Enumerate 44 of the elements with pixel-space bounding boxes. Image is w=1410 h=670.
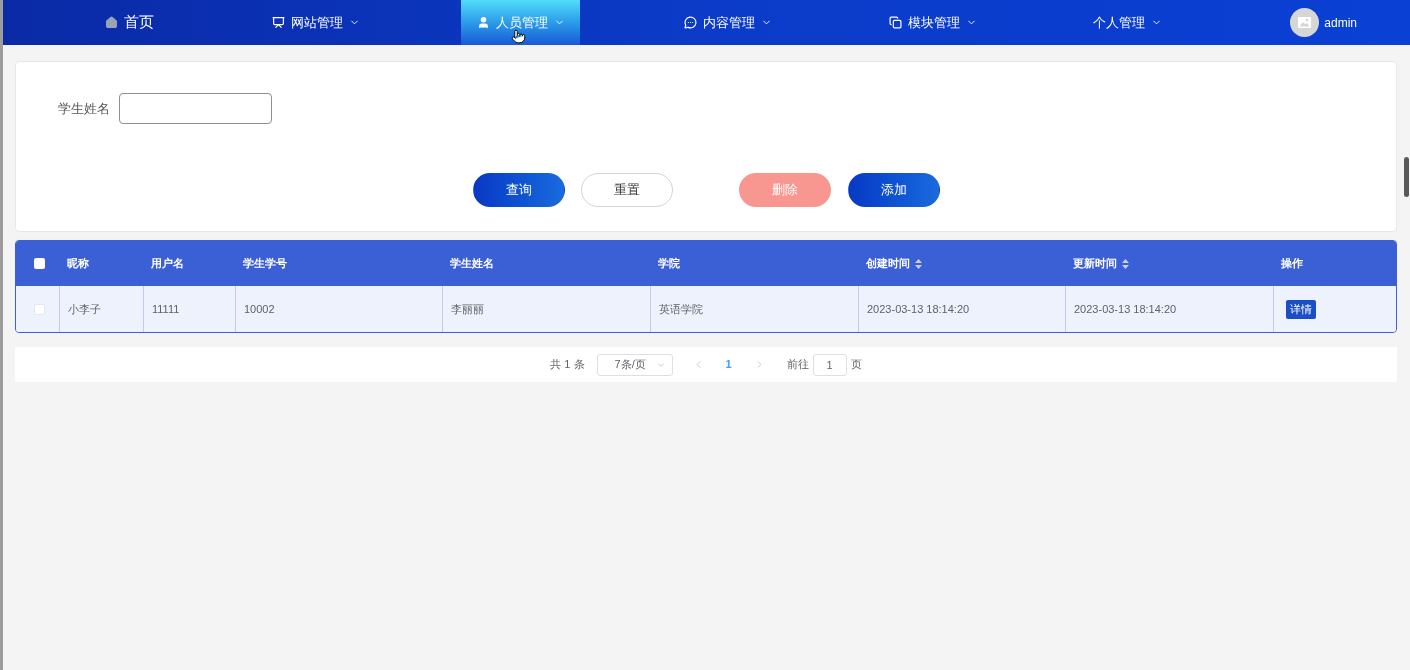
page-jump-field[interactable]: 1 xyxy=(812,353,847,376)
nav-menu-item[interactable]: 个人管理 xyxy=(1068,0,1187,45)
table-cell: 2023-03-13 18:14:20 xyxy=(1065,286,1273,332)
nav-menu-item[interactable]: 首页 xyxy=(70,0,189,45)
user-icon xyxy=(476,16,490,29)
scrollbar-thumb[interactable] xyxy=(1404,157,1409,197)
copy-icon xyxy=(888,16,902,29)
avatar-image-icon[interactable] xyxy=(1290,8,1320,37)
action-button[interactable]: 查询 xyxy=(472,173,565,207)
action-button[interactable]: 重置 xyxy=(580,173,673,207)
user-name[interactable]: admin xyxy=(1324,13,1357,32)
column-header: 学院 xyxy=(658,256,680,272)
table-cell: 2023-03-13 18:14:20 xyxy=(858,286,1065,332)
column-header[interactable]: 创建时间 xyxy=(866,255,922,272)
goto-label: 前往 xyxy=(786,357,809,373)
nav-menu-item[interactable]: 模块管理 xyxy=(873,0,992,45)
home-icon xyxy=(105,16,118,29)
sort-icon[interactable] xyxy=(915,258,922,269)
chat-bubble-icon xyxy=(683,16,697,29)
page-size-select[interactable]: 7条/页 xyxy=(596,353,673,376)
pointer-cursor-icon xyxy=(511,29,526,44)
action-button[interactable]: 添加 xyxy=(847,173,940,207)
column-header[interactable]: 更新时间 xyxy=(1073,255,1129,272)
checkbox[interactable] xyxy=(33,258,45,269)
column-header: 学生学号 xyxy=(243,256,287,272)
total-count: 共 1 条 xyxy=(550,357,585,373)
input-field[interactable] xyxy=(119,93,272,124)
page-suffix: 页 xyxy=(850,357,862,373)
table-cell: 小李子 xyxy=(59,286,143,332)
table-cell: 10002 xyxy=(235,286,442,332)
column-header: 学生姓名 xyxy=(450,256,494,272)
column-header: 昵称 xyxy=(67,256,89,272)
field-label: 学生姓名 xyxy=(58,99,110,118)
column-header: 操作 xyxy=(1281,256,1303,272)
nav-menu-item[interactable]: 网站管理 xyxy=(256,0,375,45)
table-cell: 11111 xyxy=(143,286,235,332)
nav-menu-item[interactable]: 内容管理 xyxy=(668,0,787,45)
table-cell: 李丽丽 xyxy=(442,286,650,332)
presentation-board-icon xyxy=(271,16,285,29)
column-header: 用户名 xyxy=(151,256,184,272)
sort-icon[interactable] xyxy=(1122,258,1129,269)
checkbox[interactable] xyxy=(33,303,45,315)
details-button[interactable]: 详情 xyxy=(1286,299,1316,319)
table-cell: 英语学院 xyxy=(650,286,858,332)
